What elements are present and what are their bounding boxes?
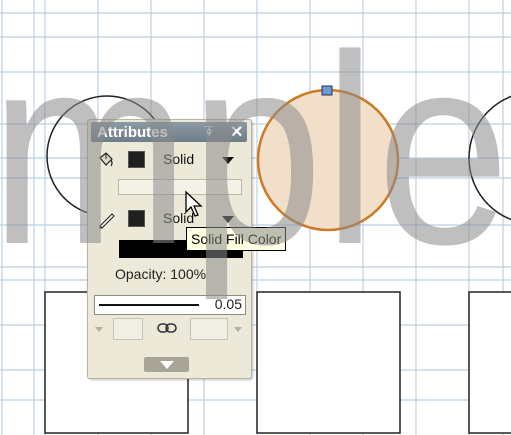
fill-color-swatch[interactable]	[128, 151, 145, 168]
selection-handle[interactable]	[321, 85, 333, 96]
link-icon[interactable]	[157, 322, 177, 334]
expand-panel-button[interactable]	[144, 357, 189, 372]
panel-titlebar[interactable]: Attributes ⍕ ✕	[91, 122, 247, 142]
pin-icon[interactable]: ⍕	[205, 123, 213, 140]
stroke-width-value[interactable]: 0.05	[215, 296, 242, 312]
tooltip: Solid Fill Color	[186, 227, 287, 251]
width-field	[113, 318, 143, 340]
chevron-down-icon	[234, 327, 242, 332]
height-field	[190, 318, 228, 340]
panel-title: Attributes	[97, 124, 168, 141]
square-shape-right[interactable]	[468, 291, 511, 434]
fill-style-dropdown[interactable]: Solid	[163, 151, 194, 167]
square-shape-middle[interactable]	[256, 291, 401, 434]
stroke-width-field[interactable]: 0.05	[94, 295, 246, 315]
opacity-label[interactable]: Opacity: 100%	[115, 266, 206, 282]
close-icon[interactable]: ✕	[230, 122, 243, 142]
chevron-down-icon[interactable]	[222, 216, 234, 223]
stroke-color-swatch[interactable]	[128, 210, 145, 227]
paint-bucket-icon[interactable]	[96, 150, 116, 170]
chevron-down-icon[interactable]	[222, 157, 234, 164]
pencil-icon[interactable]	[97, 209, 117, 229]
fill-gradient-bar[interactable]	[118, 179, 242, 195]
circle-shape-selected[interactable]	[256, 88, 400, 232]
stroke-width-slider[interactable]	[99, 304, 199, 306]
cursor-icon	[185, 190, 203, 217]
drawing-canvas[interactable]	[0, 0, 511, 435]
chevron-down-icon	[95, 327, 103, 332]
chevron-down-icon	[160, 361, 174, 369]
